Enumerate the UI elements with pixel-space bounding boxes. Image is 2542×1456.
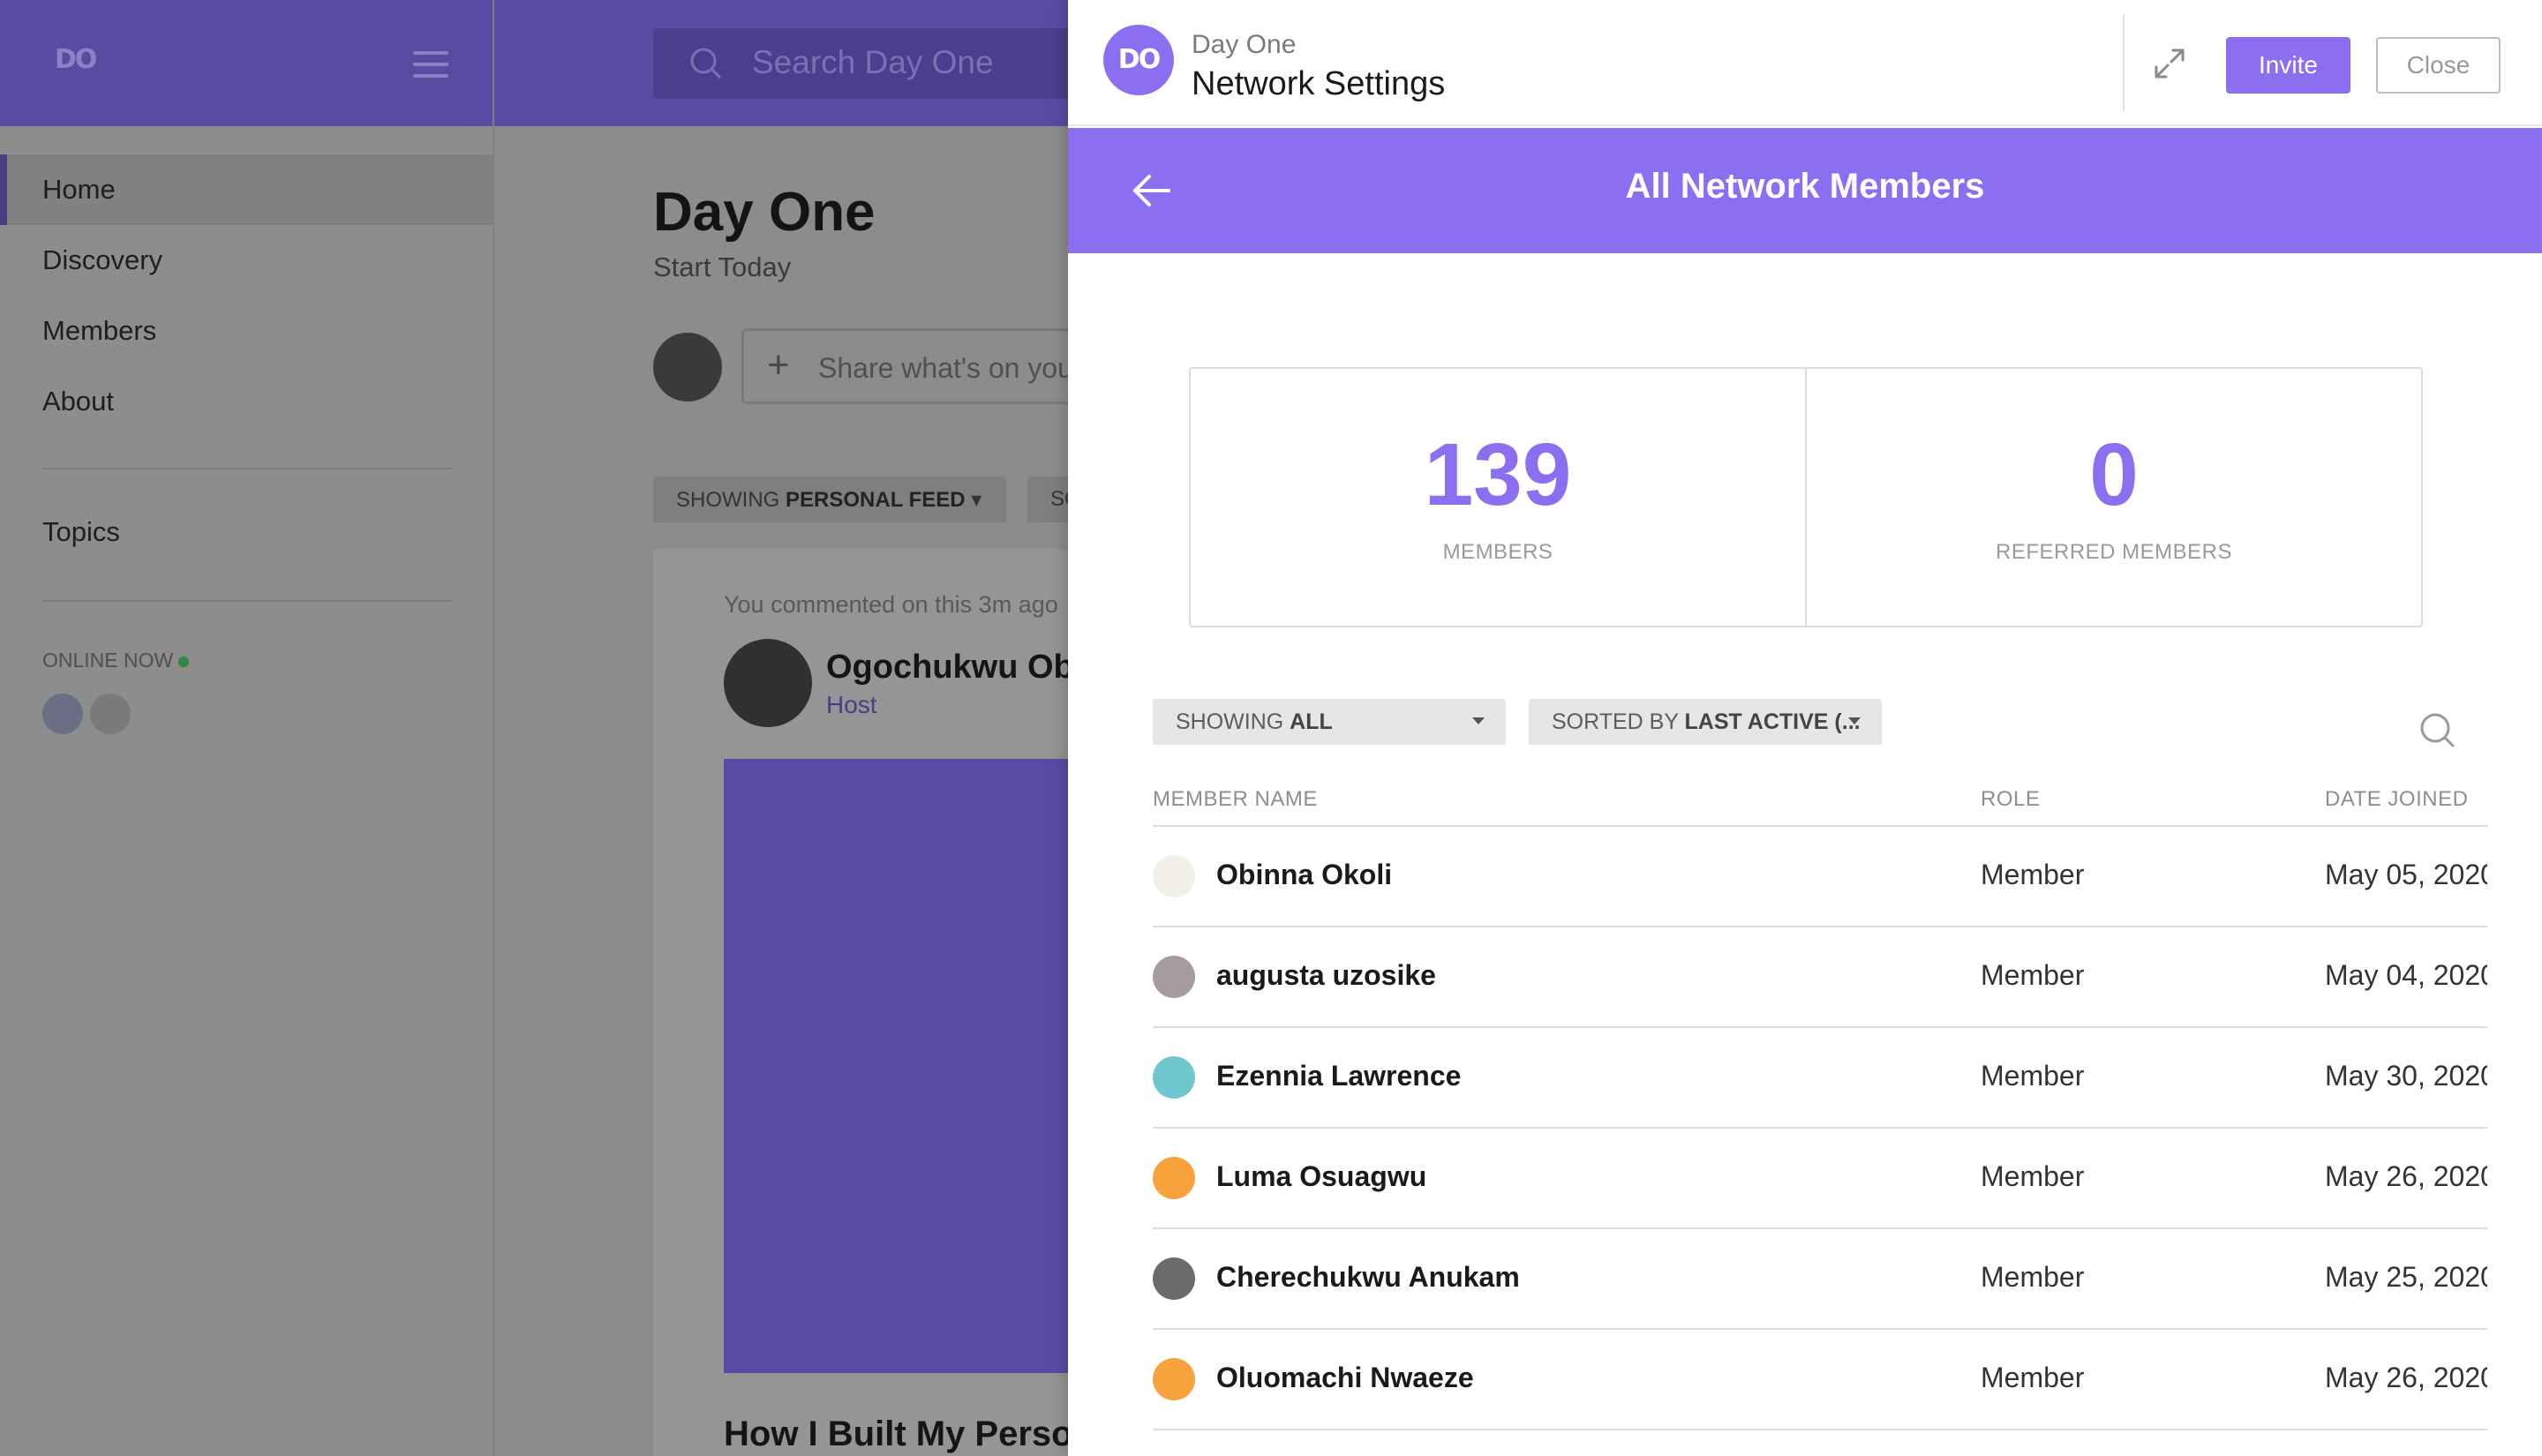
member-name[interactable]: Cherechukwu Anukam	[1216, 1261, 1520, 1294]
sidebar-item-topics[interactable]: Topics	[42, 516, 120, 548]
chevron-down-icon	[1472, 717, 1485, 724]
online-now-text: ONLINE NOW	[42, 649, 174, 672]
member-date-joined: May 05, 2020	[2325, 859, 2487, 890]
post-author[interactable]: Ogochukwu Obi	[826, 649, 1083, 687]
close-button[interactable]: Close	[2376, 37, 2501, 94]
table-row[interactable]: Ezennia Lawrence Member May 30, 2020	[1153, 1028, 2487, 1129]
stat-value: 0	[2089, 425, 2139, 524]
compose-box[interactable]: + Share what's on your mind	[741, 328, 1152, 404]
table-row[interactable]: augusta uzosike Member May 04, 2020	[1153, 927, 2487, 1028]
table-row[interactable]: Cherechukwu Anukam Member May 25, 2020	[1153, 1229, 2487, 1330]
menu-icon[interactable]	[413, 51, 448, 78]
member-role: Member	[1981, 1060, 2085, 1092]
network-name: Day One	[1192, 30, 1297, 59]
online-status-icon	[178, 656, 190, 667]
column-header-name[interactable]: MEMBER NAME	[1153, 787, 1318, 812]
avatar[interactable]	[90, 694, 131, 734]
invite-button[interactable]: Invite	[2226, 37, 2350, 94]
sort-filter-value: LAST ACTIVE (...	[1684, 709, 1861, 734]
sidebar-divider	[42, 600, 453, 602]
avatar[interactable]	[724, 639, 812, 727]
table-row[interactable]: Luma Osuagwu Member May 26, 2020	[1153, 1129, 2487, 1229]
feed-filter-dropdown[interactable]: SHOWING PERSONAL FEED ▾	[653, 477, 1006, 522]
sort-filter-prefix: SORTED BY	[1552, 709, 1685, 734]
member-name[interactable]: Luma Osuagwu	[1216, 1160, 1426, 1193]
member-stats: 139 MEMBERS 0 REFERRED MEMBERS	[1189, 367, 2423, 627]
sidebar-header: DO	[0, 0, 493, 126]
section-title: All Network Members	[1625, 167, 1985, 206]
post-activity-text: You commented on this 3m ago	[724, 591, 1058, 618]
post-image[interactable]	[724, 759, 1077, 1373]
avatar	[1153, 1257, 1195, 1300]
showing-filter-value: ALL	[1290, 709, 1333, 734]
member-name[interactable]: Ezennia Lawrence	[1216, 1060, 1461, 1092]
member-name[interactable]: Oluomachi Nwaeze	[1216, 1362, 1474, 1394]
column-header-date-joined[interactable]: DATE JOINED	[2325, 787, 2468, 812]
sidebar-item-about[interactable]: About	[0, 366, 494, 437]
avatar	[1153, 956, 1195, 998]
avatar[interactable]	[42, 694, 83, 734]
sidebar-item-home[interactable]: Home	[0, 154, 494, 225]
sort-filter-dropdown[interactable]: SORTED BY LAST ACTIVE (...	[1529, 699, 1882, 745]
search-icon[interactable]	[2418, 711, 2456, 748]
member-name[interactable]: Obinna Okoli	[1216, 859, 1392, 891]
post-author-role: Host	[826, 691, 877, 718]
members-table: Obinna Okoli Member May 05, 2020 augusta…	[1153, 827, 2487, 1430]
avatar	[653, 333, 722, 402]
member-role: Member	[1981, 1261, 2085, 1293]
chevron-down-icon	[1848, 717, 1861, 724]
sidebar: DO Home Discovery Members About Topics O…	[0, 0, 494, 1456]
feed-filter-value: PERSONAL FEED	[786, 488, 966, 512]
member-role: Member	[1981, 1362, 2085, 1393]
avatar	[1153, 855, 1195, 897]
feed-filter-prefix: SHOWING	[676, 488, 786, 512]
showing-filter-prefix: SHOWING	[1176, 709, 1290, 734]
plus-icon: +	[767, 343, 790, 387]
stat-members: 139 MEMBERS	[1191, 369, 1805, 626]
member-date-joined: May 25, 2020	[2325, 1261, 2487, 1293]
sidebar-divider	[42, 468, 453, 469]
header-divider	[2123, 14, 2125, 111]
showing-filter-dropdown[interactable]: SHOWING ALL	[1153, 699, 1506, 745]
page-subtitle: Start Today	[653, 251, 792, 282]
member-date-joined: May 30, 2020	[2325, 1060, 2487, 1092]
network-settings-panel: DO Day One Network Settings Invite Close…	[1068, 0, 2542, 1456]
panel-title: Network Settings	[1192, 65, 1446, 102]
online-avatars	[42, 694, 131, 734]
sidebar-item-discovery[interactable]: Discovery	[0, 225, 494, 296]
panel-header: DO Day One Network Settings Invite Close	[1068, 0, 2542, 126]
search-bar[interactable]: Search Day One	[653, 28, 1077, 99]
column-header-role[interactable]: ROLE	[1981, 787, 2040, 812]
member-name[interactable]: augusta uzosike	[1216, 959, 1436, 992]
stat-referred-members: 0 REFERRED MEMBERS	[1805, 369, 2421, 626]
stat-value: 139	[1424, 425, 1572, 524]
avatar	[1153, 1056, 1195, 1099]
sidebar-nav: Home Discovery Members About	[0, 154, 494, 437]
member-date-joined: May 26, 2020	[2325, 1362, 2487, 1393]
member-date-joined: May 04, 2020	[2325, 959, 2487, 991]
table-row[interactable]: Obinna Okoli Member May 05, 2020	[1153, 827, 2487, 927]
network-avatar: DO	[1103, 25, 1174, 95]
stat-label: MEMBERS	[1442, 540, 1553, 564]
search-input[interactable]: Search Day One	[752, 44, 994, 81]
avatar	[1153, 1358, 1195, 1400]
search-icon	[690, 48, 722, 79]
member-role: Member	[1981, 859, 2085, 890]
online-now-label: ONLINE NOW	[42, 649, 190, 672]
member-role: Member	[1981, 959, 2085, 991]
app-logo[interactable]: DO	[55, 44, 97, 75]
table-row[interactable]: Oluomachi Nwaeze Member May 26, 2020	[1153, 1330, 2487, 1430]
stat-label: REFERRED MEMBERS	[1995, 540, 2233, 564]
avatar	[1153, 1157, 1195, 1199]
member-date-joined: May 26, 2020	[2325, 1160, 2487, 1192]
expand-icon[interactable]	[2152, 46, 2187, 81]
sidebar-item-members[interactable]: Members	[0, 296, 494, 366]
page-title: Day One	[653, 182, 876, 243]
member-role: Member	[1981, 1160, 2085, 1192]
post-title[interactable]: How I Built My Personal	[724, 1415, 1124, 1454]
members-subheader: All Network Members	[1068, 128, 2542, 253]
